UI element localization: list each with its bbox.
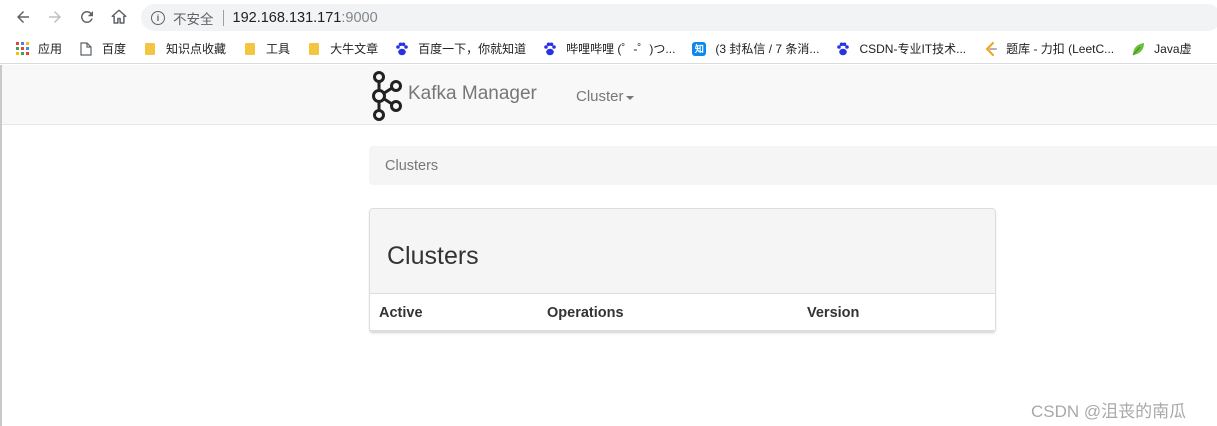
panel-title: Clusters <box>370 209 995 294</box>
brand-name[interactable]: Kafka Manager <box>408 83 537 105</box>
bookmark-baidu-search[interactable]: 百度一下，你就知道 <box>395 40 526 57</box>
bookmark-baidu[interactable]: 百度 <box>79 40 126 57</box>
clusters-table-header: Active Operations Version <box>370 294 995 332</box>
bookmark-label: 百度 <box>102 42 127 56</box>
zhihu-icon: 知 <box>692 41 707 56</box>
home-icon <box>111 9 127 24</box>
bookmark-label: 应用 <box>38 42 63 56</box>
forward-button[interactable] <box>44 6 66 28</box>
folder-icon <box>243 42 257 56</box>
apps-grid-icon <box>15 42 29 56</box>
reload-button[interactable] <box>76 6 98 28</box>
baidu-paw-icon <box>395 42 409 56</box>
clusters-panel: Clusters Active Operations Version <box>369 208 996 333</box>
page-content: Kafka Manager Cluster Clusters Clusters … <box>0 65 1217 426</box>
header-divider <box>370 330 995 332</box>
info-icon[interactable]: i <box>151 10 165 25</box>
baidu-paw-icon <box>836 42 850 56</box>
caret-down-icon <box>625 95 634 100</box>
browser-toolbar: i 不安全 192.168.131.171:9000 <box>0 0 1217 34</box>
baidu-paw-icon <box>543 42 557 56</box>
leaf-icon <box>1131 42 1145 56</box>
bookmark-label: 哔哩哔哩 (゜-゜)つ... <box>566 42 676 56</box>
bookmark-label: 知识点收藏 <box>166 42 227 56</box>
reload-icon <box>81 10 93 23</box>
breadcrumb: Clusters <box>369 146 1217 185</box>
bookmark-label: CSDN-专业IT技术... <box>859 42 967 56</box>
bookmark-folder-tools[interactable]: 工具 <box>243 40 290 57</box>
page-icon <box>79 41 93 56</box>
cluster-dropdown-label: Cluster <box>576 88 624 105</box>
folder-icon <box>307 42 321 56</box>
column-header-active: Active <box>379 305 423 321</box>
address-bar[interactable]: i 不安全 192.168.131.171:9000 <box>141 4 1217 31</box>
bookmark-label: 题库 - 力扣 (LeetC... <box>1006 42 1115 56</box>
leetcode-icon <box>983 41 997 56</box>
bookmark-java[interactable]: Java虚 <box>1131 40 1192 57</box>
arrow-left-icon <box>17 11 29 23</box>
back-button[interactable] <box>12 6 34 28</box>
url-port: :9000 <box>341 9 378 26</box>
bookmark-leetcode[interactable]: 题库 - 力扣 (LeetC... <box>983 40 1114 57</box>
bookmark-label: (3 封私信 / 7 条消... <box>715 42 820 56</box>
bookmark-label: 百度一下，你就知道 <box>418 42 527 56</box>
address-separator <box>222 9 224 26</box>
arrow-right-icon <box>49 11 61 23</box>
breadcrumb-current: Clusters <box>385 157 439 174</box>
column-header-version: Version <box>807 305 860 321</box>
url-host: 192.168.131.171 <box>232 9 342 26</box>
column-header-operations: Operations <box>547 305 624 321</box>
cluster-dropdown[interactable]: Cluster <box>576 88 634 105</box>
folder-icon <box>143 42 157 56</box>
bookmark-bilibili[interactable]: 哔哩哔哩 (゜-゜)つ... <box>543 40 675 57</box>
bookmark-label: 工具 <box>266 42 291 56</box>
bookmark-apps[interactable]: 应用 <box>15 40 62 57</box>
security-label: 不安全 <box>173 11 214 27</box>
bookmarks-bar: 应用 百度 知识点收藏 工具 大牛文章 百度一下，你就知道 哔哩哔哩 (゜-゜)… <box>0 34 1217 64</box>
bookmark-label: 大牛文章 <box>330 42 379 56</box>
kafka-logo-icon[interactable] <box>368 69 404 123</box>
home-button[interactable] <box>108 6 130 28</box>
top-navbar: Kafka Manager Cluster <box>2 65 1217 125</box>
bookmark-label: Java虚 <box>1154 42 1192 56</box>
bookmark-zhihu[interactable]: 知 (3 封私信 / 7 条消... <box>692 40 819 57</box>
bookmark-csdn[interactable]: CSDN-专业IT技术... <box>836 40 966 57</box>
bookmark-folder-knowledge[interactable]: 知识点收藏 <box>143 40 226 57</box>
bookmark-folder-articles[interactable]: 大牛文章 <box>307 40 378 57</box>
watermark: CSDN @沮丧的南瓜 <box>1031 402 1187 421</box>
